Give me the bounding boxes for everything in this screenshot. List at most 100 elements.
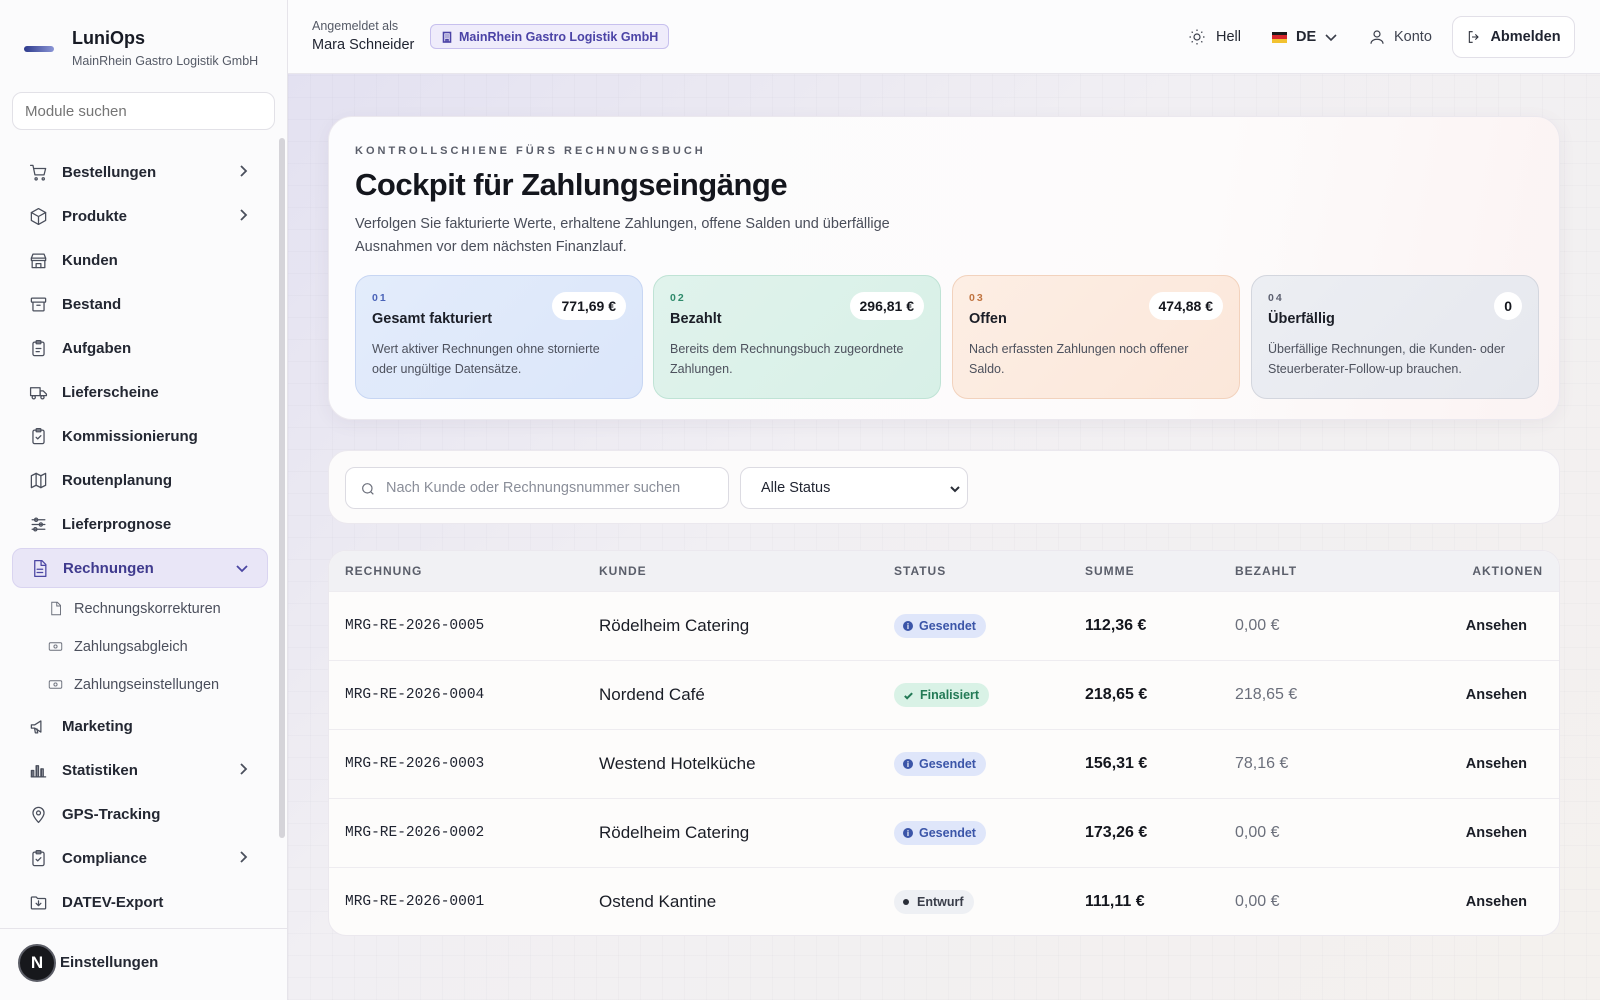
view-invoice-button[interactable]: Ansehen <box>1466 756 1527 772</box>
bar-chart-icon <box>28 760 48 780</box>
sidebar-item-gps-tracking[interactable]: GPS-Tracking <box>12 794 268 834</box>
sidebar-item-label: Aufgaben <box>62 339 132 357</box>
clipboard-check-icon <box>28 426 48 446</box>
status-badge-label: Finalisiert <box>920 688 980 702</box>
view-invoice-button[interactable]: Ansehen <box>1466 825 1527 841</box>
archive-icon <box>28 294 48 314</box>
column-header-actions: AKTIONEN <box>1472 564 1543 578</box>
invoice-total: 218,65 € <box>1085 686 1148 703</box>
sidebar-item-label: Lieferscheine <box>62 383 159 401</box>
column-header-paid[interactable]: BEZAHLT <box>1235 564 1297 578</box>
kpi-value: 0 <box>1494 292 1522 320</box>
search-icon <box>362 483 374 495</box>
sidebar-item-produkte[interactable]: Produkte <box>12 196 268 236</box>
sidebar-item-label: DATEV-Export <box>62 893 164 911</box>
sidebar-item-rechnungen[interactable]: Rechnungen <box>12 548 268 588</box>
view-invoice-button[interactable]: Ansehen <box>1466 618 1527 634</box>
table-row[interactable]: MRG-RE-2026-0002 Rödelheim Catering i Ges… <box>329 798 1559 867</box>
invoice-paid: 78,16 € <box>1235 755 1289 772</box>
invoice-number: MRG-RE-2026-0001 <box>345 894 485 910</box>
sidebar-subitem-rechnungskorrekturen[interactable]: Rechnungskorrekturen <box>12 592 268 626</box>
kpi-description: Bereits dem Rechnungsbuch zugeordnete Za… <box>670 342 904 376</box>
language-select[interactable]: DE <box>1272 24 1338 50</box>
logout-button[interactable]: Abmelden <box>1452 16 1575 58</box>
megaphone-icon <box>28 716 48 736</box>
sidebar-item-bestand[interactable]: Bestand <box>12 284 268 324</box>
sidebar-subitem-zahlungseinstellungen[interactable]: Zahlungseinstellungen <box>12 668 268 702</box>
invoice-search <box>345 467 729 509</box>
theme-toggle-button[interactable]: Hell <box>1188 24 1241 50</box>
status-badge-label: Entwurf <box>917 895 964 909</box>
folder-down-icon <box>28 892 48 912</box>
sidebar-item-datev-export[interactable]: DATEV-Export <box>12 882 268 922</box>
kpi-card-paid: 02 Bezahlt Bereits dem Rechnungsbuch zug… <box>653 275 941 399</box>
truck-icon <box>28 382 48 402</box>
status-badge-label: Gesendet <box>919 619 976 633</box>
status-badge: i Gesendet <box>894 752 986 776</box>
sidebar-item-kommissionierung[interactable]: Kommissionierung <box>12 416 268 456</box>
sidebar-item-bestellungen[interactable]: Bestellungen <box>12 152 268 192</box>
sidebar-item-label: Bestand <box>62 295 122 313</box>
info-icon: i <box>903 828 913 838</box>
sidebar-item-label: Kommissionierung <box>62 427 198 445</box>
germany-flag-icon <box>1272 31 1287 43</box>
sidebar-item-label: Lieferprognose <box>62 515 172 533</box>
sidebar-item-einstellungen[interactable]: Einstellungen <box>60 954 158 971</box>
module-search-input[interactable] <box>12 92 275 130</box>
app-logo <box>20 30 58 68</box>
chevron-right-icon <box>236 208 250 222</box>
column-header-total[interactable]: SUMME <box>1085 564 1135 578</box>
sidebar-item-label: Bestellungen <box>62 163 157 181</box>
top-header: Angemeldet als Mara Schneider MainRhein … <box>288 0 1600 74</box>
sidebar-item-label: Marketing <box>62 717 133 735</box>
sidebar-item-statistiken[interactable]: Statistiken <box>12 750 268 790</box>
invoice-paid: 218,65 € <box>1235 686 1298 703</box>
status-badge: Finalisiert <box>894 683 990 707</box>
info-icon: i <box>903 759 913 769</box>
status-cell: Finalisiert <box>894 683 990 707</box>
column-header-customer[interactable]: KUNDE <box>599 564 647 578</box>
brand[interactable]: LuniOps MainRhein Gastro Logistik GmbH <box>20 26 258 68</box>
column-header-status[interactable]: STATUS <box>894 564 946 578</box>
user-icon <box>1370 30 1384 44</box>
banknote-icon <box>48 639 64 655</box>
table-row[interactable]: MRG-RE-2026-0001 Ostend Kantine Entwurf … <box>329 867 1559 935</box>
account-button[interactable]: Konto <box>1368 24 1432 50</box>
signed-in-label: Angemeldet als <box>312 19 399 33</box>
sidebar-item-aufgaben[interactable]: Aufgaben <box>12 328 268 368</box>
avatar[interactable]: N <box>18 944 56 982</box>
sidebar-item-lieferscheine[interactable]: Lieferscheine <box>12 372 268 412</box>
sidebar-item-lieferprognose[interactable]: Lieferprognose <box>12 504 268 544</box>
building-icon <box>442 31 452 43</box>
language-label: DE <box>1296 29 1317 45</box>
status-filter-value: Alle Status <box>761 480 831 496</box>
table-row[interactable]: MRG-RE-2026-0004 Nordend Café Finalisier… <box>329 660 1559 729</box>
status-badge-label: Gesendet <box>919 826 976 840</box>
sidebar-item-routenplanung[interactable]: Routenplanung <box>12 460 268 500</box>
column-header-invoice[interactable]: RECHNUNG <box>345 564 422 578</box>
filter-bar: Alle Status <box>328 450 1560 524</box>
clipboard-icon <box>28 848 48 868</box>
org-badge-label: MainRhein Gastro Logistik GmbH <box>459 29 659 44</box>
view-invoice-button[interactable]: Ansehen <box>1466 687 1527 703</box>
sidebar-subitem-zahlungsabgleich[interactable]: Zahlungsabgleich <box>12 630 268 664</box>
sidebar-scrollbar[interactable] <box>279 138 285 838</box>
sidebar-item-marketing[interactable]: Marketing <box>12 706 268 746</box>
chevron-down-icon <box>235 561 249 575</box>
invoice-search-input[interactable] <box>386 468 722 508</box>
box-icon <box>28 206 48 226</box>
status-filter-select[interactable]: Alle Status <box>740 467 968 509</box>
sidebar-item-compliance[interactable]: Compliance <box>12 838 268 878</box>
table-row[interactable]: MRG-RE-2026-0003 Westend Hotelküche i Ges… <box>329 729 1559 798</box>
sidebar-item-label: GPS-Tracking <box>62 805 161 823</box>
table-row[interactable]: MRG-RE-2026-0005 Rödelheim Catering i Ges… <box>329 591 1559 660</box>
invoice-total: 112,36 € <box>1085 617 1147 634</box>
status-badge-label: Gesendet <box>919 757 976 771</box>
view-invoice-button[interactable]: Ansehen <box>1466 894 1527 910</box>
customer-name: Rödelheim Catering <box>599 616 750 635</box>
sidebar-item-kunden[interactable]: Kunden <box>12 240 268 280</box>
divider <box>0 928 288 929</box>
kpi-description: Wert aktiver Rechnungen ohne stornierte … <box>372 342 600 376</box>
sun-icon <box>1189 29 1205 45</box>
banknote-icon <box>48 677 64 693</box>
